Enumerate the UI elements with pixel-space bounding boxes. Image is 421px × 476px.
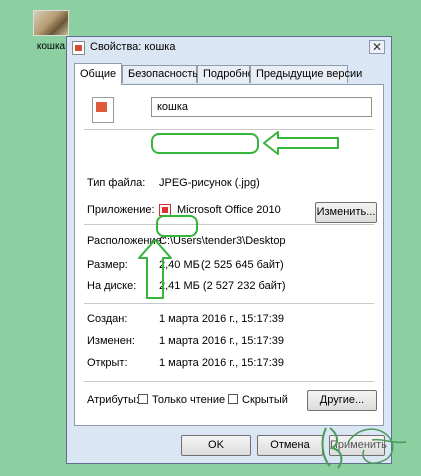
modified-value: 1 марта 2016 г., 15:17:39: [159, 335, 285, 347]
change-button[interactable]: Изменить...: [315, 202, 377, 223]
disk-size-label: На диске:: [87, 280, 137, 292]
modified-label: Изменен:: [87, 335, 135, 347]
created-value: 1 марта 2016 г., 15:17:39: [159, 313, 285, 325]
tab-general[interactable]: Общие: [74, 63, 122, 85]
size-label: Размер:: [87, 259, 128, 271]
cancel-button[interactable]: Отмена: [257, 435, 323, 456]
size-bytes-value: (2 525 645 байт): [201, 259, 284, 271]
close-button[interactable]: ✕: [369, 40, 385, 54]
tab-details[interactable]: Подробно: [197, 65, 254, 83]
attributes-label: Атрибуты:: [87, 394, 139, 406]
watermark-logo: [321, 427, 407, 469]
title-bar[interactable]: Свойства: кошка ✕: [67, 37, 391, 59]
divider: [84, 303, 374, 304]
up-arrow-annotation: [138, 239, 172, 299]
opened-label: Открыт:: [87, 357, 128, 369]
properties-dialog: Свойства: кошка ✕ Общие Безопасность Под…: [66, 36, 392, 464]
document-icon: [72, 41, 85, 55]
opened-value: 1 марта 2016 г., 15:17:39: [159, 357, 285, 369]
readonly-label: Только чтение: [152, 394, 226, 406]
divider: [84, 224, 374, 225]
file-type-label: Тип файла:: [87, 177, 146, 189]
divider: [84, 381, 374, 382]
ok-button[interactable]: OK: [181, 435, 251, 456]
hidden-checkbox[interactable]: [228, 394, 238, 404]
file-name-input[interactable]: кошка: [151, 97, 372, 117]
application-value: Microsoft Office 2010: [177, 204, 281, 216]
readonly-checkbox[interactable]: [138, 394, 148, 404]
other-attributes-button[interactable]: Другие...: [307, 390, 377, 411]
file-type-highlight: [151, 133, 259, 154]
created-label: Создан:: [87, 313, 128, 325]
tab-previous-versions[interactable]: Предыдущие версии: [250, 65, 362, 83]
left-arrow-annotation: [263, 131, 339, 155]
image-thumbnail: [33, 10, 69, 36]
file-icon: [92, 97, 114, 123]
window-title: Свойства: кошка: [90, 41, 176, 53]
tab-security[interactable]: Безопасность: [122, 65, 198, 83]
disk-size-value: 2,41 МБ (2 527 232 байт): [159, 280, 286, 292]
application-label: Приложение:: [87, 204, 155, 216]
file-type-value: JPEG-рисунок (.jpg): [159, 177, 260, 189]
size-highlight: [156, 215, 198, 237]
hidden-label: Скрытый: [242, 394, 288, 406]
